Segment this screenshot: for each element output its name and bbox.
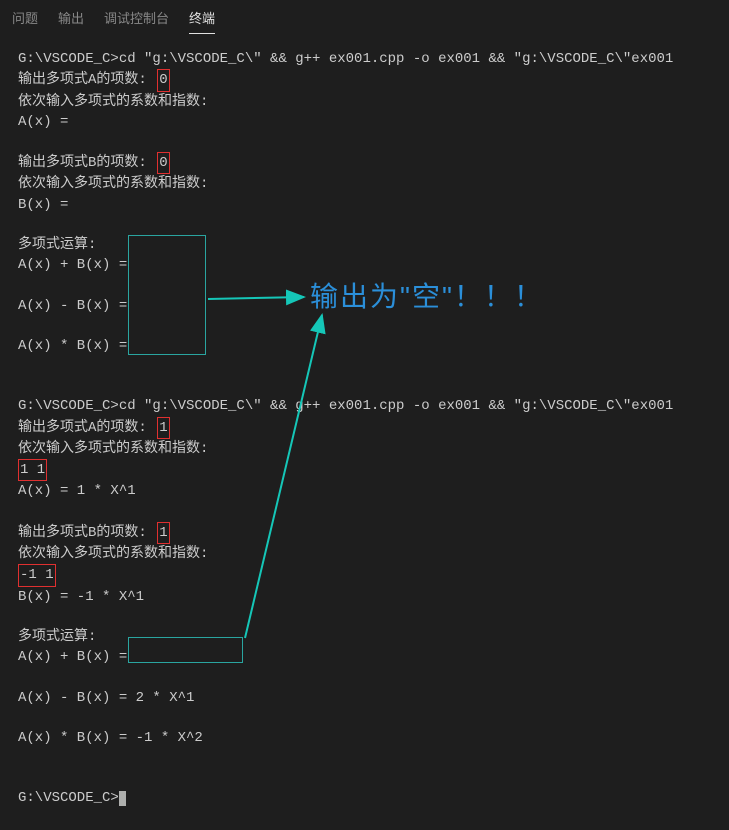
terminal-line: 依次输入多项式的系数和指数: (18, 92, 711, 112)
tab-terminal[interactable]: 终端 (189, 8, 215, 34)
highlight-box: 0 (157, 69, 169, 91)
highlight-box: 0 (157, 152, 169, 174)
terminal-line: A(x) = 1 * X^1 (18, 481, 711, 501)
terminal-line: 依次输入多项式的系数和指数: (18, 174, 711, 194)
terminal-line: 输出多项式B的项数: 0 (18, 152, 711, 174)
terminal-line: 依次输入多项式的系数和指数: (18, 544, 711, 564)
terminal-line: B(x) = (18, 195, 711, 215)
terminal-line: 多项式运算: (18, 235, 711, 255)
terminal-line: B(x) = -1 * X^1 (18, 587, 711, 607)
terminal-line: A(x) + B(x) = (18, 647, 711, 667)
terminal-line: G:\VSCODE_C>cd "g:\VSCODE_C\" && g++ ex0… (18, 49, 711, 69)
terminal-line: A(x) = (18, 112, 711, 132)
terminal-line: 1 1 (18, 459, 711, 481)
terminal-line: -1 1 (18, 564, 711, 586)
terminal-line: G:\VSCODE_C>cd "g:\VSCODE_C\" && g++ ex0… (18, 396, 711, 416)
annotation-box (128, 637, 243, 663)
terminal-panel[interactable]: G:\VSCODE_C>cd "g:\VSCODE_C\" && g++ ex0… (0, 35, 729, 822)
terminal-line: 输出多项式A的项数: 1 (18, 417, 711, 439)
terminal-line: A(x) * B(x) = (18, 336, 711, 356)
terminal-line: A(x) + B(x) = (18, 255, 711, 275)
panel-tabs: 问题 输出 调试控制台 终端 (0, 0, 729, 35)
tab-problems[interactable]: 问题 (12, 8, 38, 34)
terminal-line: A(x) * B(x) = -1 * X^2 (18, 728, 711, 748)
terminal-line: A(x) - B(x) = 2 * X^1 (18, 688, 711, 708)
annotation-text: 输出为"空"！！！ (310, 277, 544, 318)
terminal-line: 多项式运算: (18, 627, 711, 647)
highlight-box: -1 1 (18, 564, 56, 586)
terminal-prompt: G:\VSCODE_C> (18, 788, 711, 808)
annotation-box (128, 235, 206, 355)
terminal-line: 依次输入多项式的系数和指数: (18, 439, 711, 459)
highlight-box: 1 1 (18, 459, 47, 481)
highlight-box: 1 (157, 417, 169, 439)
tab-output[interactable]: 输出 (58, 8, 84, 34)
terminal-line: 输出多项式A的项数: 0 (18, 69, 711, 91)
cursor-icon (119, 791, 126, 806)
terminal-line: 输出多项式B的项数: 1 (18, 522, 711, 544)
highlight-box: 1 (157, 522, 169, 544)
tab-debug-console[interactable]: 调试控制台 (104, 8, 169, 34)
